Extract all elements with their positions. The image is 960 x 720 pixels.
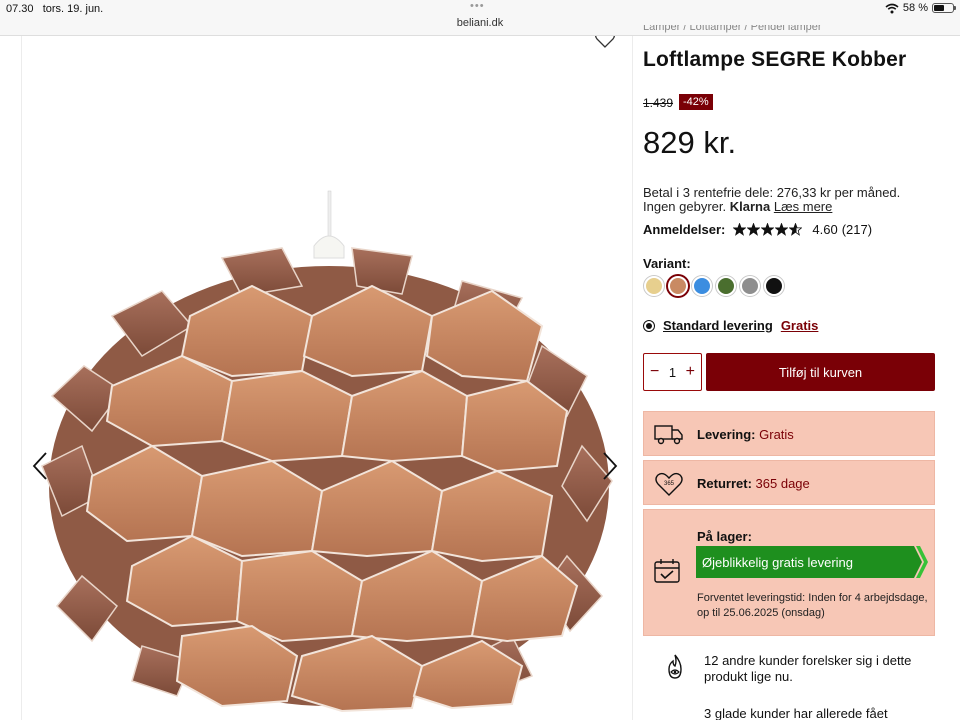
status-right: 58 % xyxy=(885,2,956,14)
status-time: 07.30 tors. 19. jun. xyxy=(6,3,104,15)
delivery-option-label: Standard levering xyxy=(663,318,773,333)
calendar-check-icon xyxy=(654,559,680,583)
reviews-row[interactable]: Anmeldelser: 4.60 (217) xyxy=(643,222,872,237)
variant-swatch[interactable] xyxy=(644,276,664,296)
return-365-icon: 365 xyxy=(655,472,683,496)
stock-info-box: På lager: Øjeblikkelig gratis levering F… xyxy=(643,509,935,636)
svg-text:365: 365 xyxy=(664,481,675,487)
quantity-stepper[interactable]: − 1 + xyxy=(643,353,702,391)
add-to-cart-button[interactable]: Tilføj til kurven xyxy=(706,353,935,391)
product-title: Loftlampe SEGRE Kobber xyxy=(643,48,907,71)
wifi-icon xyxy=(885,3,899,13)
rating-value: 4.60 xyxy=(812,222,838,237)
quantity-value[interactable]: 1 xyxy=(669,365,676,380)
klarna-info: Betal i 3 rentefrie dele: 276,33 kr per … xyxy=(643,186,943,214)
fire-icon xyxy=(668,654,682,679)
stock-banner: Øjeblikkelig gratis levering xyxy=(696,546,928,578)
variant-swatch[interactable] xyxy=(692,276,712,296)
variant-swatch[interactable] xyxy=(668,276,688,296)
star-icon xyxy=(761,223,775,236)
truck-icon xyxy=(654,425,683,445)
delivery-info-box: Levering: Gratis xyxy=(643,411,935,456)
star-icon xyxy=(747,223,761,236)
klarna-line2: Ingen gebyrer. Klarna Læs mere xyxy=(643,199,833,214)
klarna-brand: Klarna xyxy=(729,199,771,214)
current-price: 829 kr. xyxy=(643,125,737,160)
star-icon xyxy=(789,223,803,236)
klarna-line1: Betal i 3 rentefrie dele: 276,33 kr per … xyxy=(643,185,901,200)
delivery-option[interactable]: Standard levering Gratis xyxy=(643,318,818,333)
battery-percent: 58 % xyxy=(902,2,928,14)
multitask-dots[interactable]: ••• xyxy=(470,0,485,12)
old-price: 1.439 xyxy=(643,96,674,110)
delivery-info: Levering: Gratis xyxy=(697,427,794,442)
delivery-option-price: Gratis xyxy=(780,318,819,333)
delivery-eta: Forventet leveringstid: Inden for 4 arbe… xyxy=(697,592,928,619)
reviews-label: Anmeldelser: xyxy=(643,222,726,237)
chevron-left-icon xyxy=(32,452,47,480)
variant-swatch[interactable] xyxy=(764,276,784,296)
product-gallery[interactable] xyxy=(21,36,633,720)
discount-badge: -42% xyxy=(679,94,713,110)
product-image xyxy=(41,190,613,713)
rating-stars xyxy=(733,223,803,236)
gallery-prev-button[interactable] xyxy=(28,446,52,486)
review-count: (217) xyxy=(841,222,873,237)
star-icon xyxy=(775,223,789,236)
variant-swatch[interactable] xyxy=(716,276,736,296)
battery-icon xyxy=(932,3,956,13)
stock-label: På lager: xyxy=(697,529,752,544)
delivery-radio[interactable] xyxy=(643,319,655,332)
klarna-read-more-link[interactable]: Læs mere xyxy=(774,199,833,214)
variant-label: Variant: xyxy=(643,256,691,271)
return-info-box: 365 Returret: 365 dage xyxy=(643,460,935,505)
variant-swatches xyxy=(644,276,784,296)
decrement-button[interactable]: − xyxy=(650,364,659,380)
star-icon xyxy=(733,223,747,236)
chevron-right-icon xyxy=(603,452,618,480)
variant-swatch[interactable] xyxy=(740,276,760,296)
return-info: Returret: 365 dage xyxy=(697,476,810,491)
breadcrumb[interactable]: Lamper / Loftlamper / Pendel lamper xyxy=(643,25,943,36)
gallery-next-button[interactable] xyxy=(598,446,622,486)
increment-button[interactable]: + xyxy=(686,364,695,380)
